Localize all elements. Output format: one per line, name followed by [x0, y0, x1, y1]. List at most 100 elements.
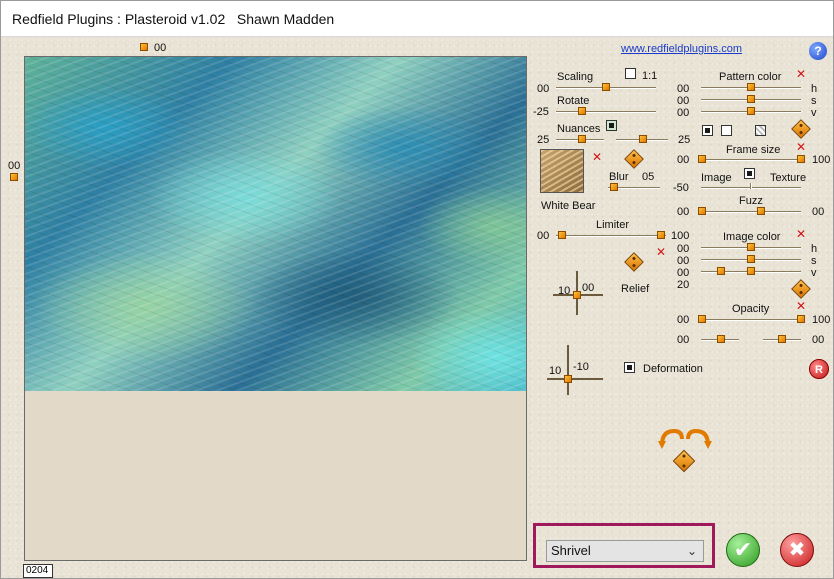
nuances-slider-right-handle[interactable] — [639, 135, 647, 143]
texture-clear-icon[interactable]: ✕ — [592, 151, 602, 163]
rotate-label: Rotate — [557, 95, 590, 107]
image-texture-toggle[interactable] — [744, 168, 755, 179]
pattern-color-h-label: h — [811, 83, 818, 95]
fuzz-max-handle[interactable] — [757, 207, 765, 215]
mode-select[interactable]: Shrivel ⌄ — [546, 540, 704, 562]
limiter-value-left: 00 — [537, 230, 550, 242]
relief-random-icon[interactable] — [624, 252, 644, 272]
frame-style-2-checkbox[interactable] — [721, 125, 732, 136]
relief-clear-icon[interactable]: ✕ — [656, 246, 666, 258]
opacity-row2-value-left: 00 — [677, 334, 690, 346]
scaling-slider-handle[interactable] — [602, 83, 610, 91]
relief-pad-handle[interactable] — [573, 291, 581, 299]
opacity-label: Opacity — [732, 303, 770, 315]
image-color-extra-value: 20 — [677, 279, 690, 291]
limiter-slider-max-handle[interactable] — [657, 231, 665, 239]
opacity-max-handle[interactable] — [797, 315, 805, 323]
ratio-checkbox[interactable] — [625, 68, 636, 79]
ratio-label: 1:1 — [642, 70, 658, 82]
image-color-h-value: 00 — [677, 243, 690, 255]
preview-image[interactable] — [25, 57, 526, 391]
fuzz-slider[interactable] — [701, 211, 801, 213]
pattern-color-label: Pattern color — [719, 71, 782, 83]
deformation-pad-horizontal[interactable] — [547, 378, 603, 380]
relief-label: Relief — [621, 283, 650, 295]
fuzz-min-handle[interactable] — [698, 207, 706, 215]
window-title: Redfield Plugins : Plasteroid v1.02 Shaw… — [1, 1, 833, 37]
frame-random-icon[interactable] — [791, 119, 811, 139]
limiter-slider[interactable] — [556, 235, 666, 237]
cancel-button[interactable]: ✖ — [780, 533, 814, 567]
image-color-random-icon[interactable] — [791, 279, 811, 299]
texture-random-icon[interactable] — [624, 149, 644, 169]
preview-offset-x-handle[interactable] — [140, 43, 148, 51]
randomize-arrows-icon[interactable] — [658, 427, 712, 449]
blur-value: 05 — [642, 171, 655, 183]
frame-counter: 0204 — [23, 564, 53, 578]
image-color-v-left-handle[interactable] — [717, 267, 725, 275]
frame-pattern-icon[interactable] — [755, 125, 766, 136]
deformation-pad-vertical[interactable] — [567, 345, 569, 395]
fuzz-value-left: 00 — [677, 206, 690, 218]
limiter-label: Limiter — [596, 219, 630, 231]
nuances-value-left: 25 — [537, 134, 550, 146]
frame-size-value-right: 100 — [812, 154, 831, 166]
image-color-h-handle[interactable] — [747, 243, 755, 251]
chevron-down-icon: ⌄ — [686, 544, 697, 558]
image-color-v-handle[interactable] — [747, 267, 755, 275]
nuances-label: Nuances — [557, 123, 601, 135]
pattern-color-v-handle[interactable] — [747, 107, 755, 115]
frame-size-clear-icon[interactable]: ✕ — [796, 141, 806, 153]
randomize-all-icon[interactable] — [672, 449, 696, 473]
mode-select-highlight: Shrivel ⌄ — [533, 523, 715, 568]
limiter-value-right: 100 — [671, 230, 690, 242]
texture-thumbnail[interactable] — [540, 149, 584, 193]
frame-size-min-handle[interactable] — [698, 155, 706, 163]
opacity-clear-icon[interactable]: ✕ — [796, 300, 806, 312]
relief-x-value: 10 — [558, 285, 571, 297]
preview-offset-y-value: 00 — [8, 160, 21, 172]
image-label: Image — [701, 172, 732, 184]
pattern-color-clear-icon[interactable]: ✕ — [796, 68, 806, 80]
deformation-pad-handle[interactable] — [564, 375, 572, 383]
reset-icon[interactable]: R — [809, 359, 829, 379]
nuances-checkbox[interactable] — [606, 120, 617, 131]
pattern-color-s-handle[interactable] — [747, 95, 755, 103]
limiter-slider-min-handle[interactable] — [558, 231, 566, 239]
image-color-label: Image color — [723, 231, 781, 243]
nuances-slider-left-handle[interactable] — [578, 135, 586, 143]
blur-slider-handle[interactable] — [610, 183, 618, 191]
mode-select-value: Shrivel — [551, 543, 591, 558]
website-link[interactable]: www.redfieldplugins.com — [621, 43, 742, 55]
deformation-checkbox[interactable] — [624, 362, 635, 373]
help-icon[interactable]: ? — [809, 42, 827, 60]
frame-size-max-handle[interactable] — [797, 155, 805, 163]
deformation-x-value: 10 — [549, 365, 562, 377]
rotate-slider[interactable] — [556, 111, 656, 113]
opacity-min-handle[interactable] — [698, 315, 706, 323]
fuzz-value-right: 00 — [812, 206, 825, 218]
image-color-clear-icon[interactable]: ✕ — [796, 228, 806, 240]
opacity-slider[interactable] — [701, 319, 801, 321]
deformation-y-value: -10 — [573, 361, 589, 373]
pattern-color-s-value: 00 — [677, 95, 690, 107]
frame-style-1-checkbox[interactable] — [702, 125, 713, 136]
opacity-row2-right-handle[interactable] — [778, 335, 786, 343]
pattern-color-v-value: 00 — [677, 107, 690, 119]
preview-offset-y-handle[interactable] — [10, 173, 18, 181]
opacity-row2-left-handle[interactable] — [717, 335, 725, 343]
image-texture-value: -50 — [673, 182, 689, 194]
ok-button[interactable]: ✔ — [726, 533, 760, 567]
preview-panel[interactable] — [24, 56, 527, 561]
rotate-value: -25 — [533, 106, 549, 118]
rotate-slider-handle[interactable] — [578, 107, 586, 115]
frame-size-slider[interactable] — [701, 159, 801, 161]
opacity-value-right: 100 — [812, 314, 831, 326]
image-color-s-value: 00 — [677, 255, 690, 267]
pattern-color-h-handle[interactable] — [747, 83, 755, 91]
image-color-h-label: h — [811, 243, 818, 255]
pattern-color-h-value: 00 — [677, 83, 690, 95]
deformation-label: Deformation — [643, 363, 703, 375]
image-texture-slider-tick — [750, 183, 752, 189]
image-color-s-handle[interactable] — [747, 255, 755, 263]
